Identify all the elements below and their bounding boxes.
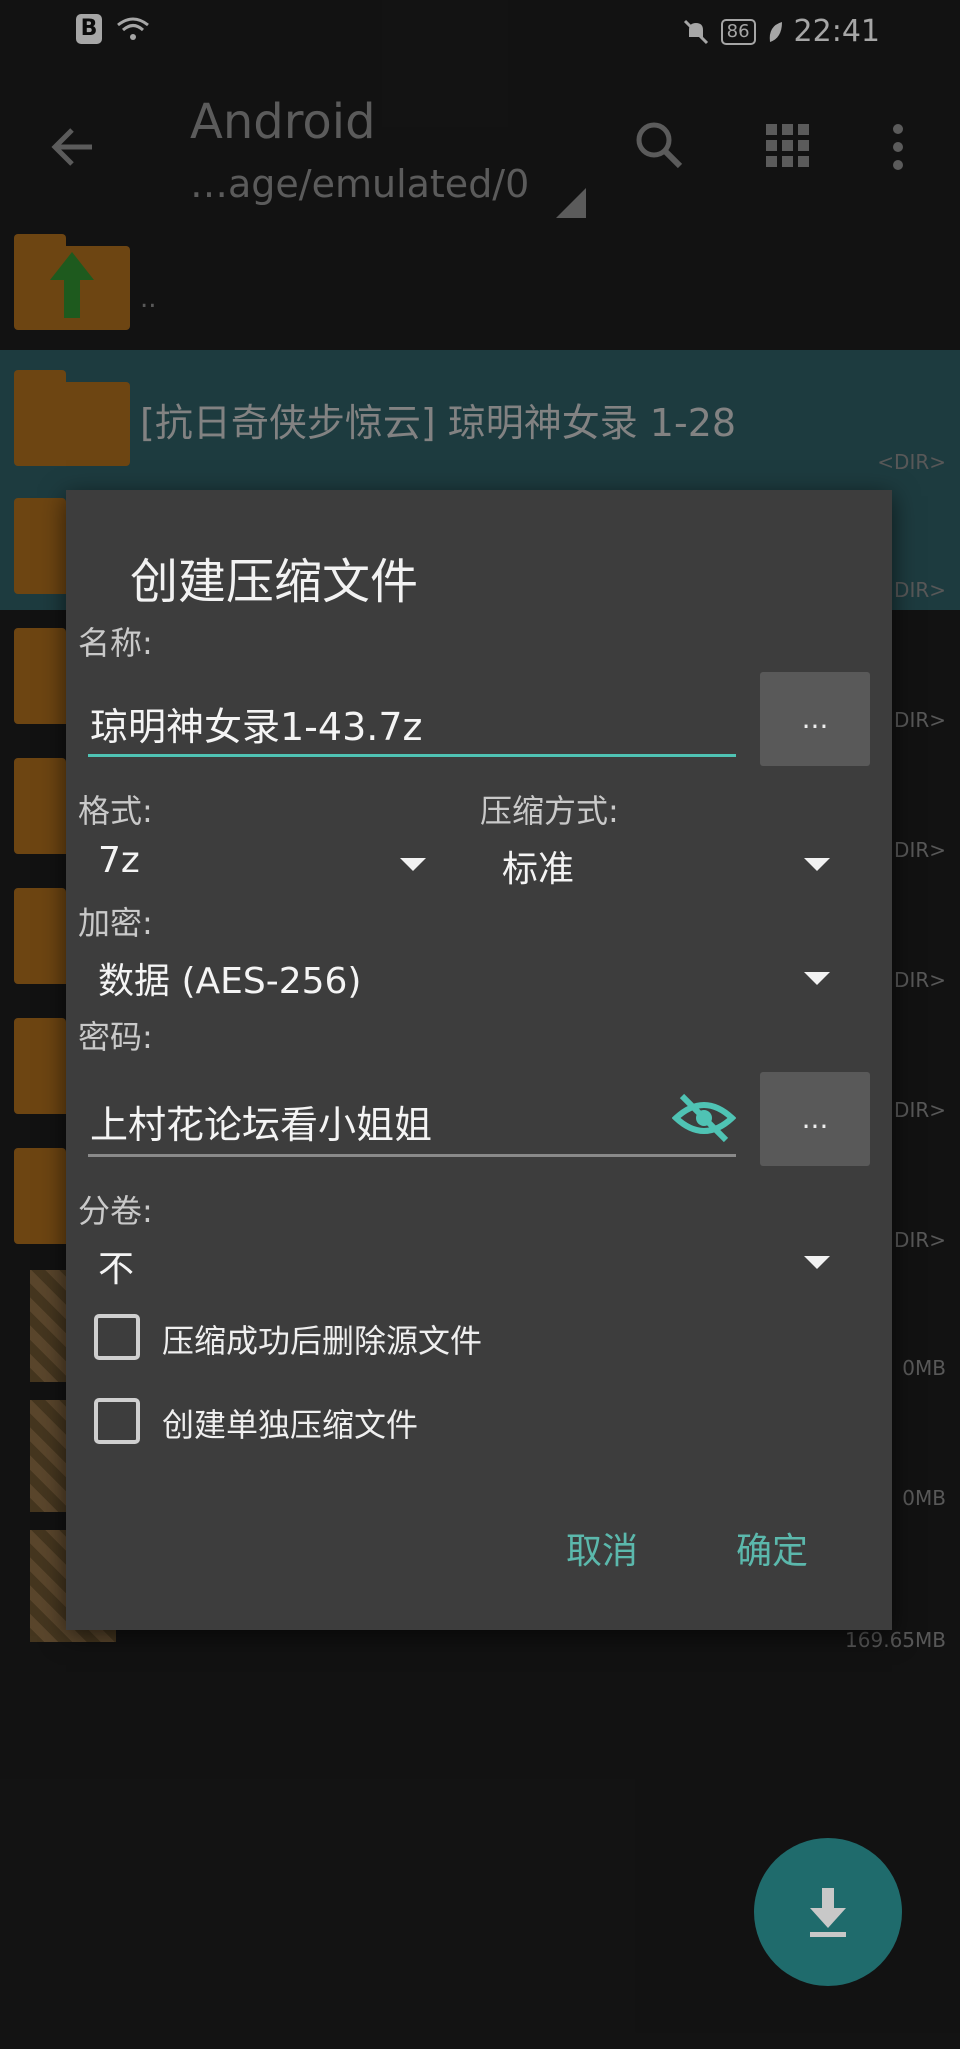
split-select[interactable]: 不 [98, 1240, 134, 1292]
extract-fab[interactable] [754, 1838, 902, 1986]
encryption-label: 加密: [78, 904, 153, 942]
archive-name-input[interactable]: 琼明神女录1-43.7z [90, 696, 422, 751]
password-options-button[interactable]: ... [760, 1072, 870, 1166]
chevron-down-icon[interactable] [804, 858, 830, 871]
format-label: 格式: [78, 792, 153, 830]
eye-off-icon[interactable] [672, 1090, 736, 1146]
name-browse-button[interactable]: ... [760, 672, 870, 766]
ok-button[interactable]: 确定 [736, 1522, 808, 1574]
chevron-down-icon[interactable] [804, 972, 830, 985]
separate-archive-label: 创建单独压缩文件 [162, 1406, 419, 1444]
name-label: 名称: [78, 624, 153, 662]
split-label: 分卷: [78, 1192, 153, 1230]
download-icon [810, 1888, 846, 1937]
password-label: 密码: [78, 1018, 153, 1056]
delete-source-label: 压缩成功后删除源文件 [162, 1322, 483, 1360]
method-select[interactable]: 标准 [502, 840, 574, 892]
encryption-select[interactable]: 数据 (AES-256) [98, 952, 361, 1004]
chevron-down-icon[interactable] [400, 858, 426, 871]
format-select[interactable]: 7z [98, 840, 140, 881]
method-label: 压缩方式: [480, 792, 619, 830]
password-input-underline [88, 1154, 736, 1157]
chevron-down-icon[interactable] [804, 1256, 830, 1269]
dialog-title: 创建压缩文件 [130, 554, 419, 610]
create-archive-dialog: 创建压缩文件 名称: 琼明神女录1-43.7z ... 格式: 7z 压缩方式:… [66, 490, 892, 1630]
name-input-underline [88, 754, 736, 757]
separate-archive-checkbox[interactable] [94, 1398, 140, 1444]
cancel-button[interactable]: 取消 [566, 1522, 638, 1574]
delete-source-checkbox[interactable] [94, 1314, 140, 1360]
password-input[interactable]: 上村花论坛看小姐姐 [90, 1094, 432, 1149]
